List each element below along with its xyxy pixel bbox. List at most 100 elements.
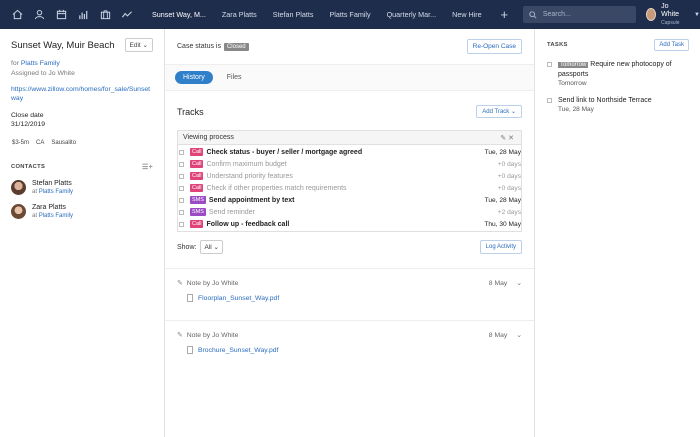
briefcase-icon[interactable] <box>94 0 116 29</box>
status-badge: Closed <box>223 42 249 51</box>
contact-item[interactable]: Stefan Platts at Platts Family <box>11 180 153 195</box>
chevron-down-icon: ⌄ <box>510 109 516 115</box>
task-title[interactable]: Send appointment by text <box>209 197 295 204</box>
task-title[interactable]: Check status - buyer / seller / mortgage… <box>206 149 362 156</box>
case-main-panel: Case status is Closed Re-Open Case Histo… <box>165 29 535 437</box>
task-checkbox[interactable] <box>179 209 184 215</box>
person-icon[interactable] <box>28 0 50 29</box>
table-row: Call Confirm maximum budget +0 days <box>178 158 521 170</box>
task-due: Tue, 28 May <box>558 106 594 113</box>
edit-button[interactable]: Edit ⌄ <box>124 38 153 52</box>
task-title[interactable]: Check if other properties match requirem… <box>206 185 346 192</box>
tab-sunset-way[interactable]: Sunset Way, M... <box>144 0 214 29</box>
open-tabs: Sunset Way, M... Zara Platts Stefan Plat… <box>144 0 490 29</box>
tab-files[interactable]: Files <box>219 71 250 84</box>
contact-org-link[interactable]: Platts Family <box>39 213 73 219</box>
avatar <box>11 180 26 195</box>
chevron-down-icon[interactable]: ⌄ <box>516 279 522 287</box>
file-icon <box>187 346 193 354</box>
plus-icon[interactable]: + <box>498 7 511 22</box>
tab-history[interactable]: History <box>175 71 213 84</box>
note-icon: ✎ <box>177 280 183 287</box>
avatar <box>11 204 26 219</box>
user-account: Capsule <box>661 19 680 26</box>
task-title[interactable]: Confirm maximum budget <box>206 161 286 168</box>
task-date: +0 days <box>497 172 521 180</box>
sms-badge: SMS <box>190 208 206 216</box>
attachment-link[interactable]: Brochure_Sunset_Way.pdf <box>198 347 278 354</box>
avatar <box>645 8 657 21</box>
task-date: +2 days <box>497 208 521 216</box>
task-title[interactable]: Send link to Northside Terrace <box>558 96 689 105</box>
task-title[interactable]: Follow up - feedback call <box>206 221 289 228</box>
add-track-button[interactable]: Add Track ⌄ <box>476 105 522 118</box>
case-status-row: Case status is Closed Re-Open Case <box>165 29 534 65</box>
user-name: Jo White <box>661 2 680 18</box>
task-checkbox[interactable] <box>179 173 184 179</box>
table-row: Call Check if other properties match req… <box>178 182 521 194</box>
nav-icons <box>0 0 138 29</box>
note-author: Note by Jo White <box>186 279 239 287</box>
reopen-case-button[interactable]: Re-Open Case <box>466 39 522 54</box>
task-checkbox[interactable] <box>179 221 184 227</box>
due-badge: Tomorrow <box>558 62 589 68</box>
log-activity-button[interactable]: Log Activity <box>479 240 522 254</box>
for-link[interactable]: Platts Family <box>21 60 60 67</box>
calendar-icon[interactable] <box>50 0 72 29</box>
contact-org-link[interactable]: Platts Family <box>39 189 73 195</box>
task-checkbox[interactable] <box>547 98 552 103</box>
add-track-label: Add Track <box>482 109 510 115</box>
assigned-to: Assigned to Jo White <box>11 70 75 77</box>
home-icon[interactable] <box>6 0 28 29</box>
content-tabs: History Files <box>165 65 534 91</box>
note-author: Note by Jo White <box>186 331 239 339</box>
task-item: Tomorrow Require new photocopy of passpo… <box>547 60 689 87</box>
task-date: Tue, 28 May <box>484 196 521 204</box>
task-checkbox[interactable] <box>179 197 184 203</box>
trend-icon[interactable] <box>116 0 138 29</box>
tasks-heading-row: TASKS Add Task <box>547 39 689 51</box>
case-details-panel: Sunset Way, Muir Beach Edit ⌄ for Platts… <box>0 29 165 437</box>
close-icon[interactable]: ✕ <box>508 135 516 142</box>
task-checkbox[interactable] <box>179 161 184 167</box>
tasks-panel: TASKS Add Task Tomorrow Require new phot… <box>536 29 700 437</box>
tab-platts-family[interactable]: Platts Family <box>321 0 378 29</box>
task-checkbox[interactable] <box>179 149 184 155</box>
tracks-header: Tracks Add Track ⌄ <box>165 105 534 118</box>
add-task-button[interactable]: Add Task <box>654 39 689 51</box>
call-badge: Call <box>190 160 204 168</box>
tag[interactable]: CA <box>35 140 46 146</box>
tag[interactable]: Sausalito <box>50 140 78 146</box>
close-date-label: Close date <box>11 112 44 119</box>
note-date: 8 May <box>488 279 508 287</box>
track-process: Viewing process ✎✕ Call Check status - b… <box>177 130 522 232</box>
chevron-down-icon[interactable]: ⌄ <box>516 331 522 339</box>
search-input[interactable]: Search... <box>522 6 636 23</box>
pencil-icon[interactable]: ✎ <box>500 135 508 142</box>
task-checkbox[interactable] <box>547 62 552 67</box>
caret-down-icon[interactable]: ▼ <box>694 12 700 18</box>
task-checkbox[interactable] <box>179 185 184 191</box>
contact-name[interactable]: Zara Platts <box>32 204 73 211</box>
bar-chart-icon[interactable] <box>72 0 94 29</box>
tasks-heading: TASKS <box>547 42 568 48</box>
listing-url[interactable]: https://www.zillow.com/homes/for_sale/Su… <box>11 85 153 103</box>
add-contact-icon[interactable]: ☰+ <box>142 163 153 171</box>
show-value: All <box>204 244 212 251</box>
task-title[interactable]: Send reminder <box>209 209 255 216</box>
tab-stefan-platts[interactable]: Stefan Platts <box>265 0 322 29</box>
call-badge: Call <box>190 184 204 192</box>
task-title[interactable]: Understand priority features <box>206 173 292 180</box>
tab-new-hire[interactable]: New Hire <box>444 0 490 29</box>
show-filter-select[interactable]: All ⌄ <box>200 240 223 254</box>
tag[interactable]: $3-5m <box>11 140 31 146</box>
tab-quarterly-mar[interactable]: Quarterly Mar... <box>379 0 445 29</box>
show-filter-row: Show: All ⌄ Log Activity <box>165 240 534 254</box>
chevron-down-icon: ⌄ <box>213 244 219 251</box>
attachment-link[interactable]: Floorplan_Sunset_Way.pdf <box>198 295 279 302</box>
contact-item[interactable]: Zara Platts at Platts Family <box>11 204 153 219</box>
contact-name[interactable]: Stefan Platts <box>32 180 73 187</box>
table-row: SMS Send appointment by text Tue, 28 May <box>178 194 521 206</box>
tab-zara-platts[interactable]: Zara Platts <box>214 0 265 29</box>
user-menu[interactable]: Jo White Capsule ▼ <box>645 2 700 27</box>
